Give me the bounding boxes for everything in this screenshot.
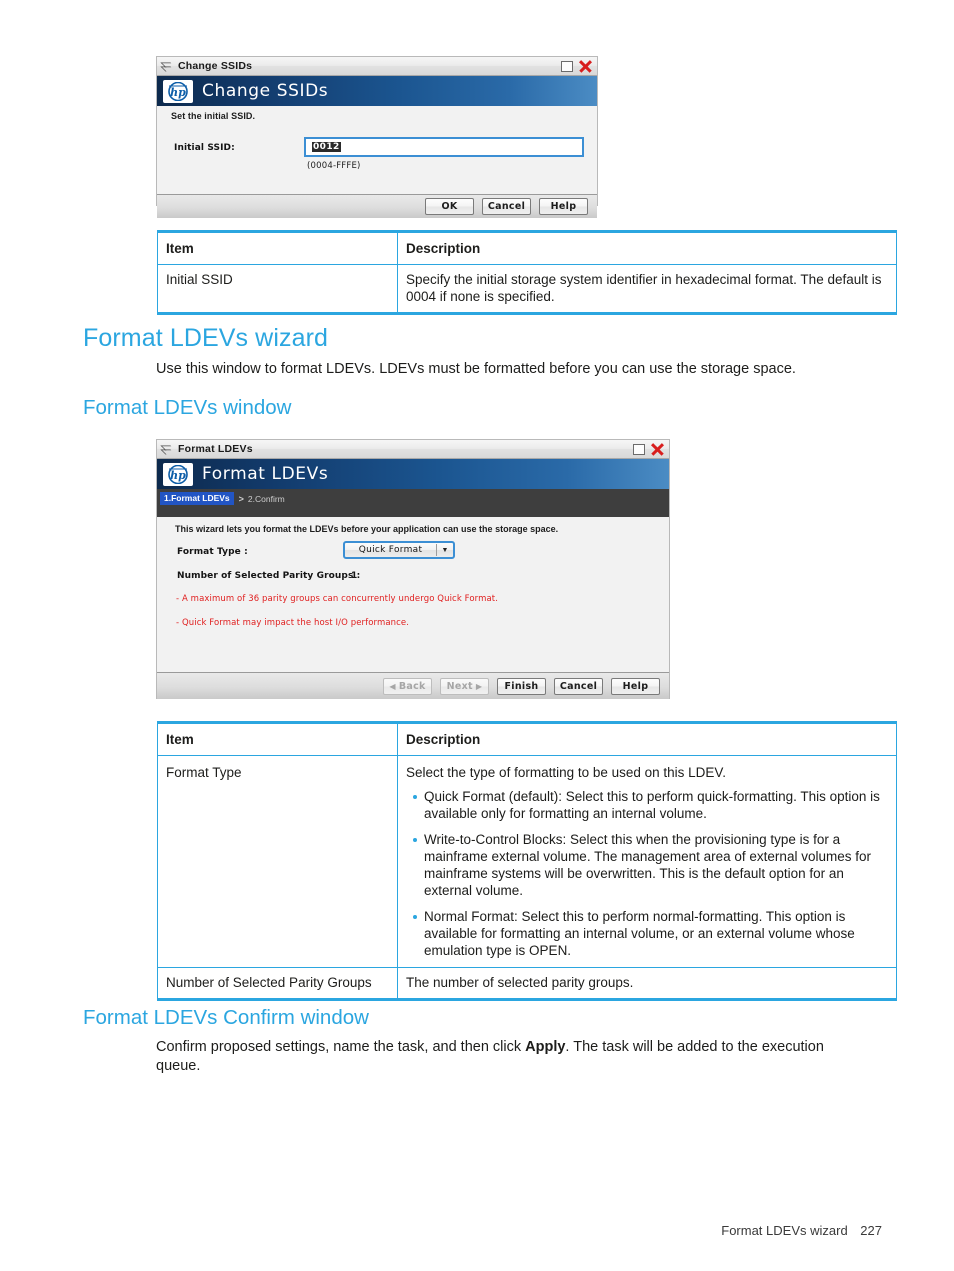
format-ldevs-footer: ◀ Back Next ▶ Finish Cancel Help (157, 672, 669, 699)
close-icon[interactable] (651, 443, 664, 456)
page-footer-label: Format LDEVs wizard (721, 1223, 848, 1238)
next-button-label: Next (446, 680, 473, 692)
finish-button[interactable]: Finish (497, 677, 546, 695)
table-cell-item: Format Type (157, 755, 398, 968)
parity-groups-label: Number of Selected Parity Groups : (177, 571, 361, 581)
chevron-down-icon[interactable]: ▼ (437, 547, 453, 554)
table-header-description: Description (397, 722, 897, 756)
confirm-paragraph: Confirm proposed settings, name the task… (156, 1038, 868, 1076)
collapse-chevron-icon[interactable] (162, 60, 174, 72)
change-ssids-banner-title: Change SSIDs (202, 81, 329, 101)
hp-logo-icon: hp (163, 79, 193, 103)
svg-text:hp: hp (170, 86, 186, 99)
initial-ssid-input[interactable]: 0012 (304, 137, 584, 157)
format-ldevs-subtitle: This wizard lets you format the LDEVs be… (157, 517, 669, 540)
table-cell-item: Number of Selected Parity Groups (157, 967, 398, 1000)
table-header-row: Item Description (157, 722, 897, 756)
table-cell-description: Select the type of formatting to be used… (397, 755, 897, 968)
arrow-right-icon: ▶ (475, 681, 483, 691)
arrow-left-icon: ◀ (389, 681, 396, 691)
initial-ssid-range-hint: (0004-FFFE) (307, 161, 361, 171)
change-ssids-banner: hp Change SSIDs (157, 76, 597, 106)
format-type-select-value: Quick Format (358, 545, 423, 555)
ssid-item-description-table: Item Description Initial SSID Specify th… (157, 230, 897, 315)
table-row: Initial SSID Specify the initial storage… (157, 264, 897, 314)
initial-ssid-input-value: 0012 (312, 142, 341, 152)
maximize-icon[interactable] (633, 443, 645, 455)
close-icon[interactable] (579, 60, 592, 73)
change-ssids-body: Initial SSID: 0012 (0004-FFFE) (157, 126, 597, 194)
change-ssids-titlebar: Change SSIDs (157, 57, 597, 76)
table-row: Number of Selected Parity Groups The num… (157, 967, 897, 1000)
section-heading-format-ldevs-confirm-window: Format LDEVs Confirm window (83, 1006, 369, 1029)
format-ldevs-banner-title: Format LDEVs (202, 464, 329, 484)
format-ldevs-dialog: Format LDEVs hp Format LDEVs 1.Format LD… (157, 440, 669, 699)
change-ssids-footer: OK Cancel Help (157, 194, 597, 218)
format-ldevs-titlebar: Format LDEVs (157, 440, 669, 459)
breadcrumb-step-confirm[interactable]: 2.Confirm (248, 494, 285, 504)
list-item: Write-to-Control Blocks: Select this whe… (413, 831, 888, 899)
ok-button[interactable]: OK (425, 198, 474, 215)
list-item: Normal Format: Select this to perform no… (413, 908, 888, 959)
warning-max-parity-groups: - A maximum of 36 parity groups can conc… (176, 594, 498, 604)
breadcrumb-separator-icon: > (238, 494, 244, 504)
cancel-button[interactable]: Cancel (482, 198, 531, 215)
back-button[interactable]: ◀ Back (383, 677, 432, 695)
format-type-select[interactable]: Quick Format ▼ (343, 541, 455, 559)
change-ssids-dialog: Change SSIDs hp Change SSIDs Set the ini… (157, 57, 597, 218)
table-header-description: Description (397, 231, 897, 265)
format-type-bullet-list: Quick Format (default): Select this to p… (406, 788, 888, 959)
parity-groups-value: 1 (351, 571, 358, 581)
format-ldevs-banner: hp Format LDEVs (157, 459, 669, 489)
format-type-label: Format Type : (177, 547, 248, 557)
change-ssids-titlebar-title: Change SSIDs (178, 60, 253, 72)
table-cell-item: Initial SSID (157, 264, 398, 314)
table-cell-description: Specify the initial storage system ident… (397, 264, 897, 314)
list-item: Quick Format (default): Select this to p… (413, 788, 888, 822)
table-cell-description: The number of selected parity groups. (397, 967, 897, 1000)
table-header-item: Item (157, 722, 398, 756)
page-title-format-ldevs-wizard: Format LDEVs wizard (83, 324, 329, 352)
confirm-paragraph-apply: Apply (525, 1039, 566, 1055)
page-number: 227 (860, 1223, 882, 1238)
cancel-button[interactable]: Cancel (554, 677, 603, 695)
hp-logo-icon: hp (163, 462, 193, 486)
table-header-item: Item (157, 231, 398, 265)
format-ldevs-titlebar-title: Format LDEVs (178, 443, 253, 455)
maximize-icon[interactable] (561, 60, 573, 72)
format-type-intro: Select the type of formatting to be used… (406, 765, 726, 780)
page-footer: Format LDEVs wizard 227 (721, 1223, 882, 1238)
next-button[interactable]: Next ▶ (440, 677, 489, 695)
wizard-intro-paragraph: Use this window to format LDEVs. LDEVs m… (156, 361, 796, 377)
format-ldevs-body: Format Type : Quick Format ▼ Number of S… (157, 540, 669, 672)
collapse-chevron-icon[interactable] (162, 443, 174, 455)
change-ssids-subtitle: Set the initial SSID. (157, 106, 597, 126)
initial-ssid-label: Initial SSID: (174, 143, 235, 153)
table-row: Format Type Select the type of formattin… (157, 755, 897, 968)
section-heading-format-ldevs-window: Format LDEVs window (83, 396, 292, 419)
svg-text:hp: hp (170, 469, 186, 482)
format-item-description-table: Item Description Format Type Select the … (157, 721, 897, 1001)
breadcrumb-step-format-ldevs[interactable]: 1.Format LDEVs (160, 492, 234, 505)
help-button[interactable]: Help (539, 198, 588, 215)
confirm-paragraph-before: Confirm proposed settings, name the task… (156, 1039, 526, 1055)
wizard-breadcrumb: 1.Format LDEVs > 2.Confirm (157, 489, 669, 517)
help-button[interactable]: Help (611, 677, 660, 695)
warning-host-io-impact: - Quick Format may impact the host I/O p… (176, 618, 410, 628)
table-header-row: Item Description (157, 231, 897, 265)
back-button-label: Back (398, 680, 426, 692)
